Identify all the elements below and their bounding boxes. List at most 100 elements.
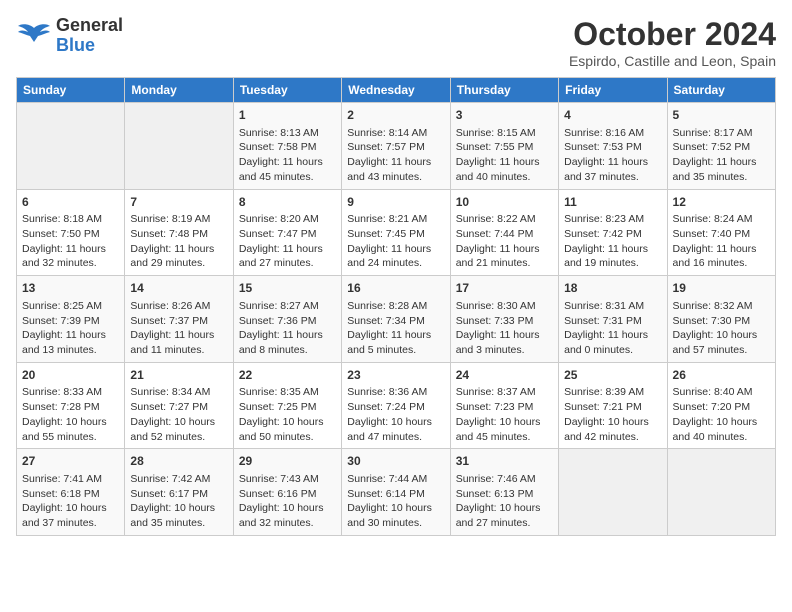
day-info: Sunrise: 8:25 AM Sunset: 7:39 PM Dayligh…: [22, 299, 119, 358]
calendar-cell: [559, 449, 667, 536]
calendar-cell: 16 Sunrise: 8:28 AM Sunset: 7:34 PM Dayli…: [342, 276, 450, 363]
day-info: Sunrise: 8:40 AM Sunset: 7:20 PM Dayligh…: [673, 385, 770, 444]
month-title: October 2024: [569, 16, 776, 53]
day-number: 31: [456, 453, 553, 470]
day-info: Sunrise: 7:44 AM Sunset: 6:14 PM Dayligh…: [347, 472, 444, 531]
calendar-cell: 5 Sunrise: 8:17 AM Sunset: 7:52 PM Daylig…: [667, 103, 775, 190]
logo: General Blue: [16, 16, 123, 56]
day-info: Sunrise: 8:24 AM Sunset: 7:40 PM Dayligh…: [673, 212, 770, 271]
day-number: 2: [347, 107, 444, 124]
day-info: Sunrise: 8:18 AM Sunset: 7:50 PM Dayligh…: [22, 212, 119, 271]
location-subtitle: Espirdo, Castille and Leon, Spain: [569, 53, 776, 69]
day-info: Sunrise: 8:19 AM Sunset: 7:48 PM Dayligh…: [130, 212, 227, 271]
day-number: 22: [239, 367, 336, 384]
day-info: Sunrise: 8:34 AM Sunset: 7:27 PM Dayligh…: [130, 385, 227, 444]
weekday-header-thursday: Thursday: [450, 78, 558, 103]
day-number: 23: [347, 367, 444, 384]
calendar-week-row: 13 Sunrise: 8:25 AM Sunset: 7:39 PM Dayli…: [17, 276, 776, 363]
calendar-cell: 29 Sunrise: 7:43 AM Sunset: 6:16 PM Dayli…: [233, 449, 341, 536]
day-number: 16: [347, 280, 444, 297]
day-info: Sunrise: 8:31 AM Sunset: 7:31 PM Dayligh…: [564, 299, 661, 358]
day-number: 14: [130, 280, 227, 297]
day-number: 13: [22, 280, 119, 297]
logo-icon: [16, 22, 52, 50]
calendar-week-row: 27 Sunrise: 7:41 AM Sunset: 6:18 PM Dayli…: [17, 449, 776, 536]
day-info: Sunrise: 7:41 AM Sunset: 6:18 PM Dayligh…: [22, 472, 119, 531]
day-number: 30: [347, 453, 444, 470]
calendar-cell: 27 Sunrise: 7:41 AM Sunset: 6:18 PM Dayli…: [17, 449, 125, 536]
day-number: 15: [239, 280, 336, 297]
weekday-header-tuesday: Tuesday: [233, 78, 341, 103]
calendar-cell: 21Sunrise: 8:34 AM Sunset: 7:27 PM Dayli…: [125, 362, 233, 449]
calendar-cell: 3 Sunrise: 8:15 AM Sunset: 7:55 PM Daylig…: [450, 103, 558, 190]
calendar-cell: 12Sunrise: 8:24 AM Sunset: 7:40 PM Dayli…: [667, 189, 775, 276]
day-number: 12: [673, 194, 770, 211]
calendar-cell: 19Sunrise: 8:32 AM Sunset: 7:30 PM Dayli…: [667, 276, 775, 363]
calendar-cell: 22Sunrise: 8:35 AM Sunset: 7:25 PM Dayli…: [233, 362, 341, 449]
day-info: Sunrise: 8:39 AM Sunset: 7:21 PM Dayligh…: [564, 385, 661, 444]
day-info: Sunrise: 8:27 AM Sunset: 7:36 PM Dayligh…: [239, 299, 336, 358]
day-number: 8: [239, 194, 336, 211]
calendar-week-row: 6Sunrise: 8:18 AM Sunset: 7:50 PM Daylig…: [17, 189, 776, 276]
weekday-header-sunday: Sunday: [17, 78, 125, 103]
calendar-cell: 17Sunrise: 8:30 AM Sunset: 7:33 PM Dayli…: [450, 276, 558, 363]
logo-text: General Blue: [56, 16, 123, 56]
day-number: 27: [22, 453, 119, 470]
calendar-cell: 24Sunrise: 8:37 AM Sunset: 7:23 PM Dayli…: [450, 362, 558, 449]
calendar-cell: [17, 103, 125, 190]
day-number: 6: [22, 194, 119, 211]
day-number: 3: [456, 107, 553, 124]
day-number: 21: [130, 367, 227, 384]
calendar-cell: 13 Sunrise: 8:25 AM Sunset: 7:39 PM Dayli…: [17, 276, 125, 363]
day-info: Sunrise: 8:22 AM Sunset: 7:44 PM Dayligh…: [456, 212, 553, 271]
calendar-cell: 18Sunrise: 8:31 AM Sunset: 7:31 PM Dayli…: [559, 276, 667, 363]
calendar-table: SundayMondayTuesdayWednesdayThursdayFrid…: [16, 77, 776, 536]
calendar-cell: 20Sunrise: 8:33 AM Sunset: 7:28 PM Dayli…: [17, 362, 125, 449]
day-info: Sunrise: 8:16 AM Sunset: 7:53 PM Dayligh…: [564, 126, 661, 185]
calendar-cell: 7Sunrise: 8:19 AM Sunset: 7:48 PM Daylig…: [125, 189, 233, 276]
weekday-header-saturday: Saturday: [667, 78, 775, 103]
day-info: Sunrise: 8:13 AM Sunset: 7:58 PM Dayligh…: [239, 126, 336, 185]
day-number: 10: [456, 194, 553, 211]
weekday-header-monday: Monday: [125, 78, 233, 103]
day-number: 25: [564, 367, 661, 384]
calendar-header-row: SundayMondayTuesdayWednesdayThursdayFrid…: [17, 78, 776, 103]
title-block: October 2024 Espirdo, Castille and Leon,…: [569, 16, 776, 69]
day-info: Sunrise: 8:14 AM Sunset: 7:57 PM Dayligh…: [347, 126, 444, 185]
day-number: 5: [673, 107, 770, 124]
day-number: 19: [673, 280, 770, 297]
day-info: Sunrise: 8:21 AM Sunset: 7:45 PM Dayligh…: [347, 212, 444, 271]
day-info: Sunrise: 8:28 AM Sunset: 7:34 PM Dayligh…: [347, 299, 444, 358]
day-info: Sunrise: 8:26 AM Sunset: 7:37 PM Dayligh…: [130, 299, 227, 358]
day-number: 11: [564, 194, 661, 211]
calendar-cell: [125, 103, 233, 190]
day-number: 4: [564, 107, 661, 124]
day-info: Sunrise: 8:33 AM Sunset: 7:28 PM Dayligh…: [22, 385, 119, 444]
calendar-cell: 2 Sunrise: 8:14 AM Sunset: 7:57 PM Daylig…: [342, 103, 450, 190]
day-info: Sunrise: 8:20 AM Sunset: 7:47 PM Dayligh…: [239, 212, 336, 271]
day-number: 9: [347, 194, 444, 211]
day-number: 1: [239, 107, 336, 124]
day-info: Sunrise: 7:43 AM Sunset: 6:16 PM Dayligh…: [239, 472, 336, 531]
calendar-cell: 11Sunrise: 8:23 AM Sunset: 7:42 PM Dayli…: [559, 189, 667, 276]
day-info: Sunrise: 8:17 AM Sunset: 7:52 PM Dayligh…: [673, 126, 770, 185]
calendar-week-row: 1 Sunrise: 8:13 AM Sunset: 7:58 PM Daylig…: [17, 103, 776, 190]
calendar-cell: 26Sunrise: 8:40 AM Sunset: 7:20 PM Dayli…: [667, 362, 775, 449]
calendar-cell: 1 Sunrise: 8:13 AM Sunset: 7:58 PM Daylig…: [233, 103, 341, 190]
day-number: 28: [130, 453, 227, 470]
calendar-cell: 25Sunrise: 8:39 AM Sunset: 7:21 PM Dayli…: [559, 362, 667, 449]
day-info: Sunrise: 8:37 AM Sunset: 7:23 PM Dayligh…: [456, 385, 553, 444]
day-number: 29: [239, 453, 336, 470]
day-number: 24: [456, 367, 553, 384]
day-info: Sunrise: 8:30 AM Sunset: 7:33 PM Dayligh…: [456, 299, 553, 358]
calendar-cell: 31Sunrise: 7:46 AM Sunset: 6:13 PM Dayli…: [450, 449, 558, 536]
day-info: Sunrise: 8:15 AM Sunset: 7:55 PM Dayligh…: [456, 126, 553, 185]
calendar-cell: 8Sunrise: 8:20 AM Sunset: 7:47 PM Daylig…: [233, 189, 341, 276]
calendar-cell: [667, 449, 775, 536]
calendar-week-row: 20Sunrise: 8:33 AM Sunset: 7:28 PM Dayli…: [17, 362, 776, 449]
calendar-cell: 9Sunrise: 8:21 AM Sunset: 7:45 PM Daylig…: [342, 189, 450, 276]
calendar-cell: 30 Sunrise: 7:44 AM Sunset: 6:14 PM Dayli…: [342, 449, 450, 536]
calendar-cell: 23Sunrise: 8:36 AM Sunset: 7:24 PM Dayli…: [342, 362, 450, 449]
weekday-header-friday: Friday: [559, 78, 667, 103]
calendar-cell: 15 Sunrise: 8:27 AM Sunset: 7:36 PM Dayli…: [233, 276, 341, 363]
